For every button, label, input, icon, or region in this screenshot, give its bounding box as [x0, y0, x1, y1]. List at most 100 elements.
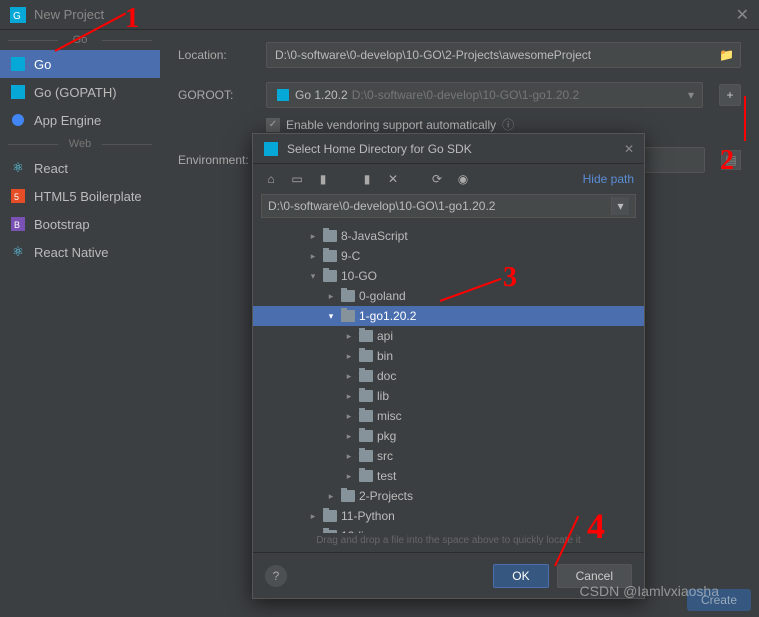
tree-label: api — [377, 329, 393, 343]
tree-label: lib — [377, 389, 389, 403]
sidebar-item-go[interactable]: Go — [0, 50, 160, 78]
delete-icon[interactable]: ✕ — [385, 172, 401, 186]
home-icon[interactable]: ⌂ — [263, 172, 279, 186]
sidebar-item-react-native[interactable]: ⚛ React Native — [0, 238, 160, 266]
file-tree[interactable]: ▸8-JavaScript▸9-C▾10-GO▸0-goland▾1-go1.2… — [253, 224, 644, 533]
path-input[interactable]: D:\0-software\0-develop\10-GO\1-go1.20.2… — [261, 194, 636, 218]
bootstrap-icon: B — [10, 216, 26, 232]
tree-row[interactable]: ▸src — [253, 446, 644, 466]
sidebar-item-gopath[interactable]: Go (GOPATH) — [0, 78, 160, 106]
tree-label: 9-C — [341, 249, 360, 263]
react-icon: ⚛ — [10, 244, 26, 260]
tree-label: 2-Projects — [359, 489, 413, 503]
tree-label: 0-goland — [359, 289, 406, 303]
sidebar-item-label: React — [34, 161, 68, 176]
tree-row[interactable]: ▸8-JavaScript — [253, 226, 644, 246]
chevron-right-icon[interactable]: ▸ — [343, 451, 355, 462]
tree-label: test — [377, 469, 396, 483]
close-icon[interactable]: ✕ — [736, 5, 749, 25]
chevron-down-icon: ▾ — [688, 88, 694, 102]
hide-path-link[interactable]: Hide path — [583, 172, 634, 186]
react-icon: ⚛ — [10, 160, 26, 176]
svg-text:B: B — [14, 220, 20, 230]
project-icon[interactable]: ▮ — [315, 172, 331, 186]
ok-button[interactable]: OK — [493, 564, 548, 588]
tree-label: 11-Python — [341, 509, 395, 523]
chevron-right-icon[interactable]: ▸ — [343, 411, 355, 422]
chevron-down-icon[interactable]: ▾ — [307, 271, 319, 282]
sidebar-item-label: React Native — [34, 245, 108, 260]
env-label: Environment: — [178, 153, 256, 167]
folder-icon — [359, 450, 373, 462]
sidebar-item-appengine[interactable]: App Engine — [0, 106, 160, 134]
sidebar-item-label: Bootstrap — [34, 217, 90, 232]
tree-row[interactable]: ▾10-GO — [253, 266, 644, 286]
create-button[interactable]: Create — [687, 589, 751, 611]
chevron-right-icon[interactable]: ▸ — [325, 491, 337, 502]
folder-icon — [323, 250, 337, 262]
sidebar-item-html5[interactable]: 5 HTML5 Boilerplate — [0, 182, 160, 210]
env-list-icon[interactable]: ▤ — [721, 150, 741, 170]
chevron-right-icon[interactable]: ▸ — [307, 251, 319, 262]
vendoring-checkbox[interactable]: ✓ — [266, 118, 280, 132]
browse-folder-icon[interactable]: 📁 — [719, 48, 734, 62]
chevron-right-icon[interactable]: ▸ — [343, 471, 355, 482]
cancel-button[interactable]: Cancel — [557, 564, 632, 588]
folder-icon — [341, 290, 355, 302]
sidebar-item-label: Go (GOPATH) — [34, 85, 117, 100]
new-folder-icon[interactable]: ▮ — [359, 172, 375, 186]
chevron-right-icon[interactable]: ▸ — [343, 351, 355, 362]
chevron-down-icon[interactable]: ▾ — [611, 197, 629, 215]
tree-row[interactable]: ▸ 9-C — [253, 246, 644, 266]
tree-row[interactable]: ▸ 2-Projects — [253, 486, 644, 506]
appengine-icon — [10, 112, 26, 128]
location-label: Location: — [178, 48, 256, 62]
tree-row[interactable]: ▸bin — [253, 346, 644, 366]
tree-row[interactable]: ▸ api — [253, 326, 644, 346]
tree-row[interactable]: ▸12-linux — [253, 526, 644, 533]
tree-row[interactable]: ▸ doc — [253, 366, 644, 386]
help-button[interactable]: ? — [265, 565, 287, 587]
chevron-right-icon[interactable]: ▸ — [343, 331, 355, 342]
sidebar-item-label: Go — [34, 57, 51, 72]
folder-icon — [359, 330, 373, 342]
svg-text:5: 5 — [14, 192, 19, 202]
tree-row[interactable]: ▸ 11-Python — [253, 506, 644, 526]
folder-icon — [359, 350, 373, 362]
show-hidden-icon[interactable]: ◉ — [455, 172, 471, 186]
tree-row[interactable]: ▸ misc — [253, 406, 644, 426]
tree-row[interactable]: ▸ test — [253, 466, 644, 486]
svg-text:G: G — [13, 11, 21, 22]
goroot-dropdown[interactable]: Go 1.20.2 D:\0-software\0-develop\10-GO\… — [266, 82, 703, 108]
refresh-icon[interactable]: ⟳ — [429, 172, 445, 186]
dialog-title: Select Home Directory for Go SDK — [287, 142, 472, 156]
tree-row[interactable]: ▸ 0-goland — [253, 286, 644, 306]
location-input[interactable]: D:\0-software\0-develop\10-GO\2-Projects… — [266, 42, 741, 68]
folder-icon — [341, 310, 355, 322]
desktop-icon[interactable]: ▭ — [289, 172, 305, 186]
tree-row[interactable]: ▸pkg — [253, 426, 644, 446]
vendoring-label: Enable vendoring support automatically — [286, 118, 496, 132]
tree-row[interactable]: ▾1-go1.20.2 — [253, 306, 644, 326]
sidebar-item-bootstrap[interactable]: B Bootstrap — [0, 210, 160, 238]
chevron-down-icon[interactable]: ▾ — [325, 311, 337, 322]
folder-icon — [359, 470, 373, 482]
sidebar: Go Go Go (GOPATH) App Engine Web ⚛ React… — [0, 30, 160, 617]
help-icon[interactable]: ⓘ — [502, 116, 514, 133]
folder-icon — [323, 230, 337, 242]
tree-label: doc — [377, 369, 396, 383]
chevron-right-icon[interactable]: ▸ — [307, 511, 319, 522]
chevron-right-icon[interactable]: ▸ — [325, 291, 337, 302]
chevron-right-icon[interactable]: ▸ — [343, 431, 355, 442]
chevron-right-icon[interactable]: ▸ — [343, 371, 355, 382]
sidebar-item-react[interactable]: ⚛ React — [0, 154, 160, 182]
tree-row[interactable]: ▸ lib — [253, 386, 644, 406]
go-icon — [10, 84, 26, 100]
dialog-title-bar: Select Home Directory for Go SDK ✕ — [253, 134, 644, 164]
drag-hint: Drag and drop a file into the space abov… — [253, 533, 644, 552]
chevron-right-icon[interactable]: ▸ — [343, 391, 355, 402]
tree-label: misc — [377, 409, 402, 423]
chevron-right-icon[interactable]: ▸ — [307, 231, 319, 242]
add-sdk-button[interactable]: + — [719, 84, 741, 106]
dialog-close-icon[interactable]: ✕ — [624, 142, 634, 156]
